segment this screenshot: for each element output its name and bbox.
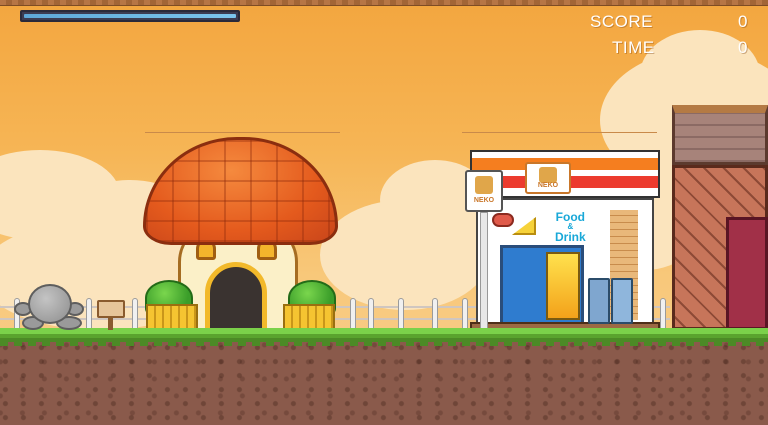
food-drink-line3: Drink <box>555 230 586 244</box>
fence-post <box>86 298 92 332</box>
neko-sign-text: NEKO <box>473 197 495 204</box>
health-bar <box>20 10 240 22</box>
top-border <box>0 0 768 6</box>
store-door <box>546 252 580 320</box>
neko-sign: NEKO <box>465 170 503 212</box>
cat-icon <box>475 176 493 194</box>
fence-post <box>398 298 404 332</box>
wooden-sign-post <box>108 318 113 330</box>
player-character <box>28 284 72 324</box>
building-door <box>726 217 768 330</box>
grass-edge <box>0 342 768 346</box>
building-roof <box>672 105 768 165</box>
fence-post <box>432 298 438 332</box>
vending-machine <box>611 278 633 324</box>
score-label: SCORE <box>590 12 653 31</box>
fence-post <box>350 298 356 332</box>
meat-icon <box>492 213 514 227</box>
vending-machine <box>588 278 610 324</box>
health-bar-fill <box>24 14 236 18</box>
fence-post <box>462 298 468 332</box>
time-value: 0 <box>738 38 748 57</box>
score-value: 0 <box>738 12 748 31</box>
ground-grass <box>0 328 768 342</box>
sign-pole <box>480 212 488 330</box>
fence-post <box>368 298 374 332</box>
mushroom-house-door <box>205 262 267 334</box>
cat-icon <box>539 167 557 183</box>
store-cat-logo: NEKO <box>525 162 571 194</box>
fence-post <box>660 298 666 332</box>
time-label: TIME <box>612 38 655 57</box>
store-logo-text: NEKO <box>537 182 559 189</box>
food-drink-sign: Food & Drink <box>555 210 586 244</box>
sky-line <box>462 132 657 133</box>
mushroom-house-cap <box>143 137 338 245</box>
sky-line <box>145 132 340 133</box>
game-canvas[interactable]: SCORE 0 TIME 0 NEKO NEKO Food & Drink <box>0 0 768 425</box>
wooden-sign <box>97 300 125 318</box>
fence-post <box>132 298 138 332</box>
brick-building <box>672 105 768 330</box>
